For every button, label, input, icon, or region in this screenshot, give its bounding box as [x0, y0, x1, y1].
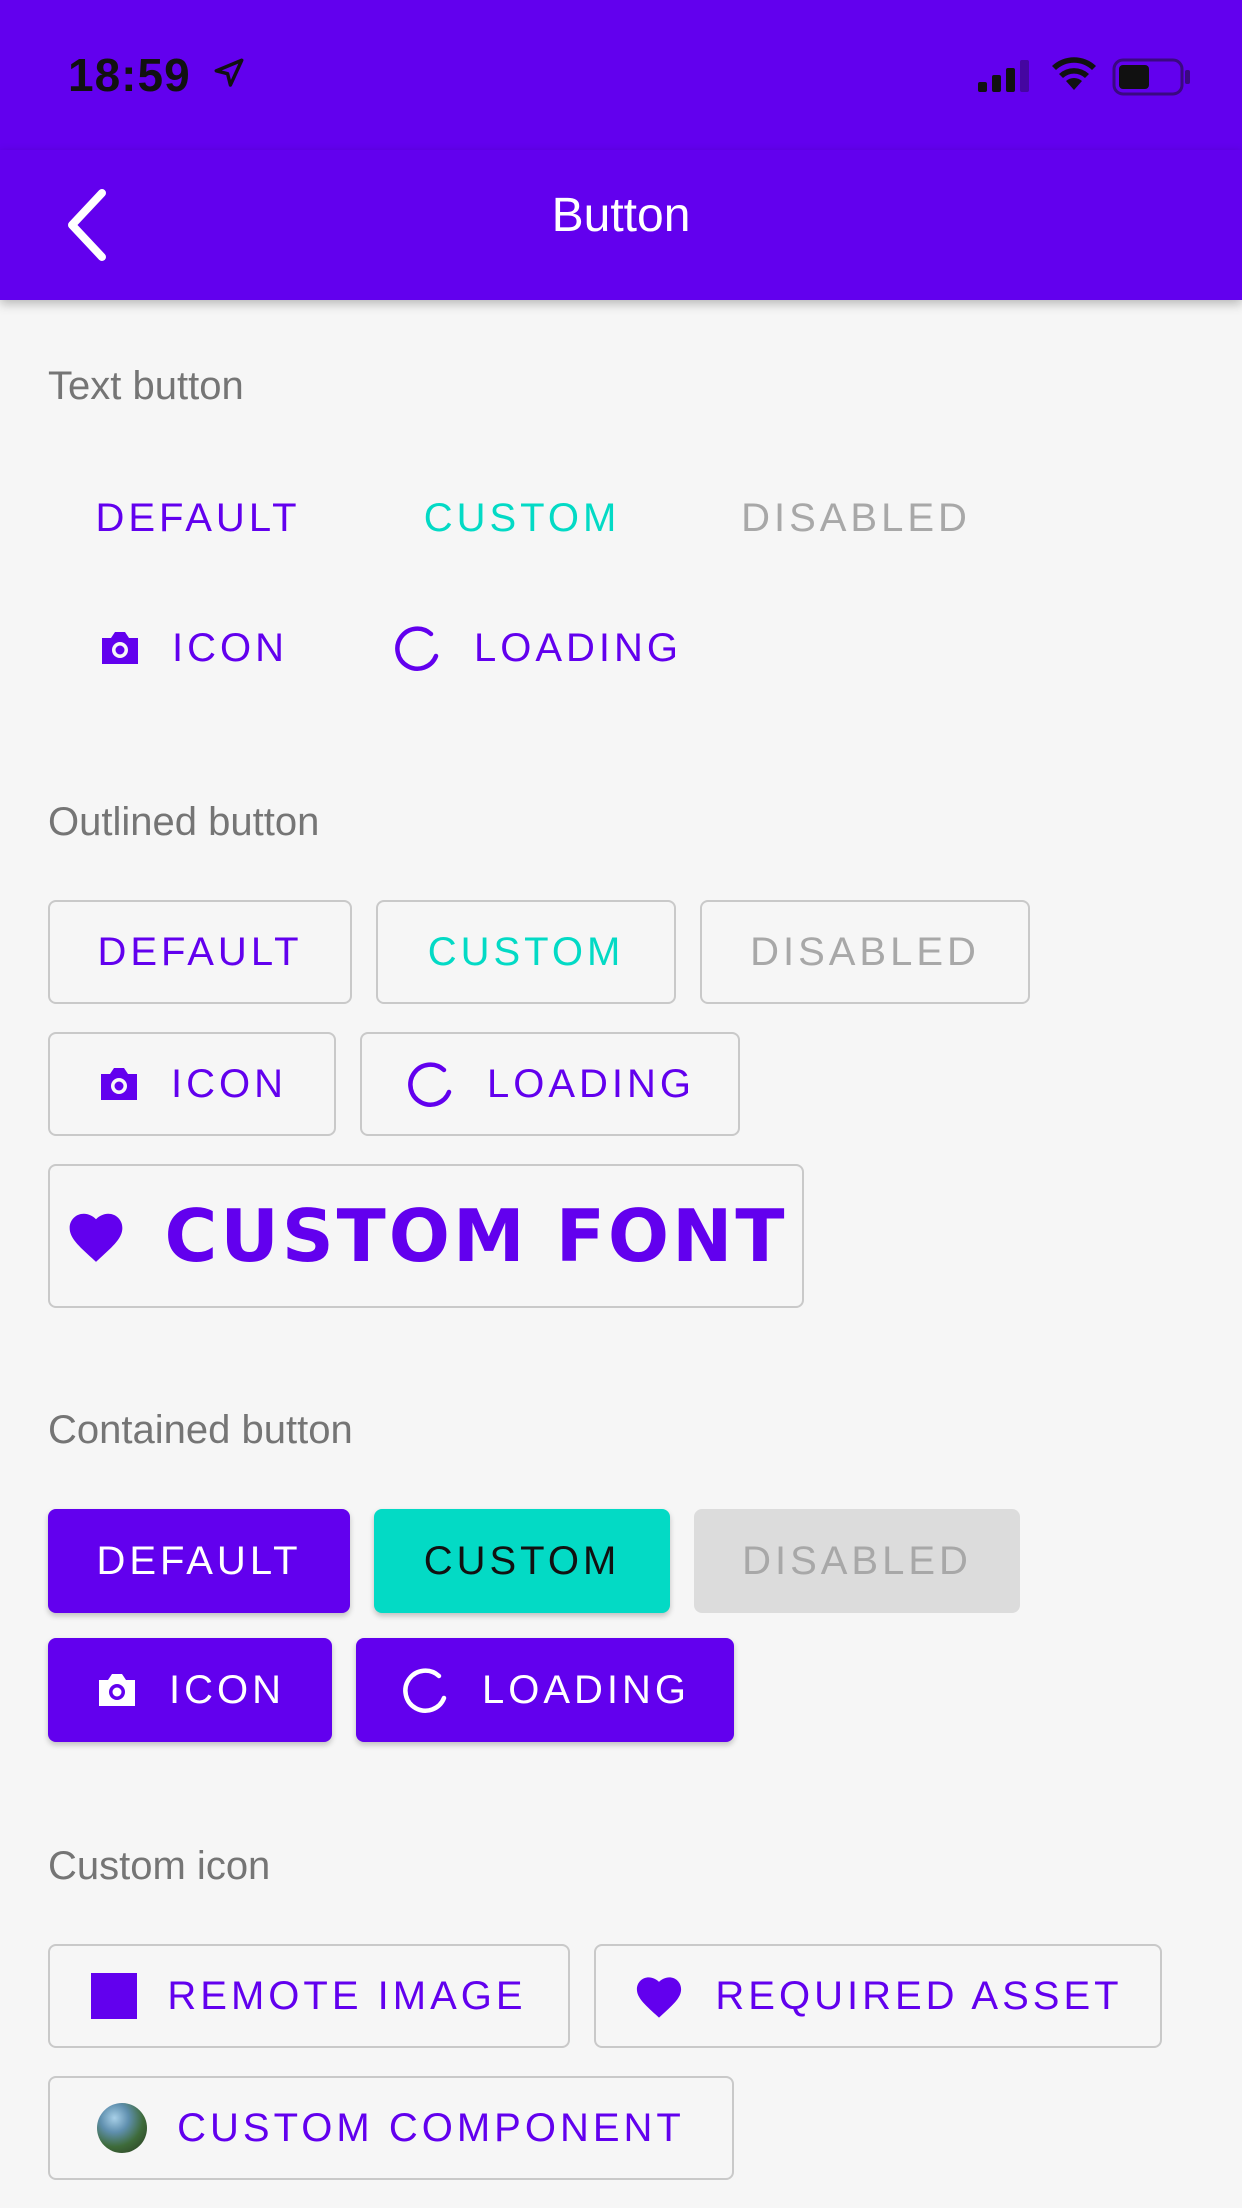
battery-icon: [1112, 58, 1190, 96]
status-bar: 18:59: [0, 0, 1242, 150]
page-title: Button: [551, 189, 691, 242]
required-asset-button[interactable]: REQUIRED ASSET: [594, 1944, 1162, 2048]
text-default-button[interactable]: DEFAULT: [48, 466, 348, 570]
outlined-disabled-button: DISABLED: [700, 900, 1030, 1004]
button-label: DEFAULT: [95, 495, 301, 540]
button-label: DEFAULT: [96, 1538, 302, 1583]
button-label: REMOTE IMAGE: [167, 1973, 527, 2018]
spinner-icon: [400, 1664, 452, 1716]
button-label: CUSTOM FONT: [164, 1194, 788, 1278]
spinner-icon: [392, 622, 444, 674]
cellular-signal-icon: [978, 60, 1029, 92]
outlined-default-button[interactable]: DEFAULT: [48, 900, 352, 1004]
camera-icon: [97, 1064, 141, 1104]
wifi-icon: [1052, 57, 1096, 90]
contained-custom-button[interactable]: CUSTOM: [374, 1509, 670, 1613]
text-custom-button[interactable]: CUSTOM: [372, 466, 672, 570]
heart-icon: [65, 1207, 127, 1265]
button-label: LOADING: [486, 1061, 696, 1106]
status-time: 18:59: [68, 49, 191, 101]
spinner-icon: [405, 1058, 457, 1110]
contained-disabled-button: DISABLED: [694, 1509, 1020, 1613]
button-label: DISABLED: [750, 929, 980, 974]
remote-image-button[interactable]: REMOTE IMAGE: [48, 1944, 570, 2048]
button-label: LOADING: [473, 625, 683, 670]
camera-icon: [98, 628, 142, 668]
avatar-image: [97, 2103, 148, 2153]
button-label: CUSTOM: [427, 929, 625, 974]
button-label: ICON: [171, 1061, 287, 1106]
button-label: DISABLED: [742, 1538, 972, 1583]
outlined-icon-button[interactable]: ICON: [48, 1032, 336, 1136]
chevron-left-icon[interactable]: [60, 185, 120, 265]
section-label-outlined-button: Outlined button: [48, 800, 320, 844]
outlined-loading-button[interactable]: LOADING: [360, 1032, 740, 1136]
contained-icon-button[interactable]: ICON: [48, 1638, 332, 1742]
app-bar: Button: [0, 150, 1242, 300]
camera-icon: [95, 1670, 139, 1710]
button-label: DISABLED: [741, 495, 971, 540]
text-disabled-button: DISABLED: [696, 466, 1016, 570]
outlined-custom-button[interactable]: CUSTOM: [376, 900, 676, 1004]
text-loading-button[interactable]: LOADING: [362, 596, 712, 700]
section-label-text-button: Text button: [48, 364, 244, 408]
button-label: REQUIRED ASSET: [715, 1973, 1123, 2018]
custom-component-button[interactable]: CUSTOM COMPONENT: [48, 2076, 734, 2180]
button-label: CUSTOM: [423, 495, 621, 540]
section-label-custom-icon: Custom icon: [48, 1844, 271, 1888]
contained-default-button[interactable]: DEFAULT: [48, 1509, 350, 1613]
section-label-contained-button: Contained button: [48, 1408, 353, 1452]
square-icon: [91, 1973, 138, 2019]
text-icon-button[interactable]: ICON: [48, 596, 338, 700]
button-label: ICON: [172, 625, 288, 670]
button-label: ICON: [169, 1667, 285, 1712]
outlined-custom-font-button[interactable]: CUSTOM FONT: [48, 1164, 804, 1308]
location-arrow-icon: [214, 58, 244, 87]
button-label: CUSTOM: [423, 1538, 621, 1583]
heart-icon: [633, 1972, 685, 2020]
button-label: CUSTOM COMPONENT: [177, 2105, 685, 2150]
button-label: DEFAULT: [97, 929, 303, 974]
contained-loading-button[interactable]: LOADING: [356, 1638, 734, 1742]
button-label: LOADING: [481, 1667, 691, 1712]
